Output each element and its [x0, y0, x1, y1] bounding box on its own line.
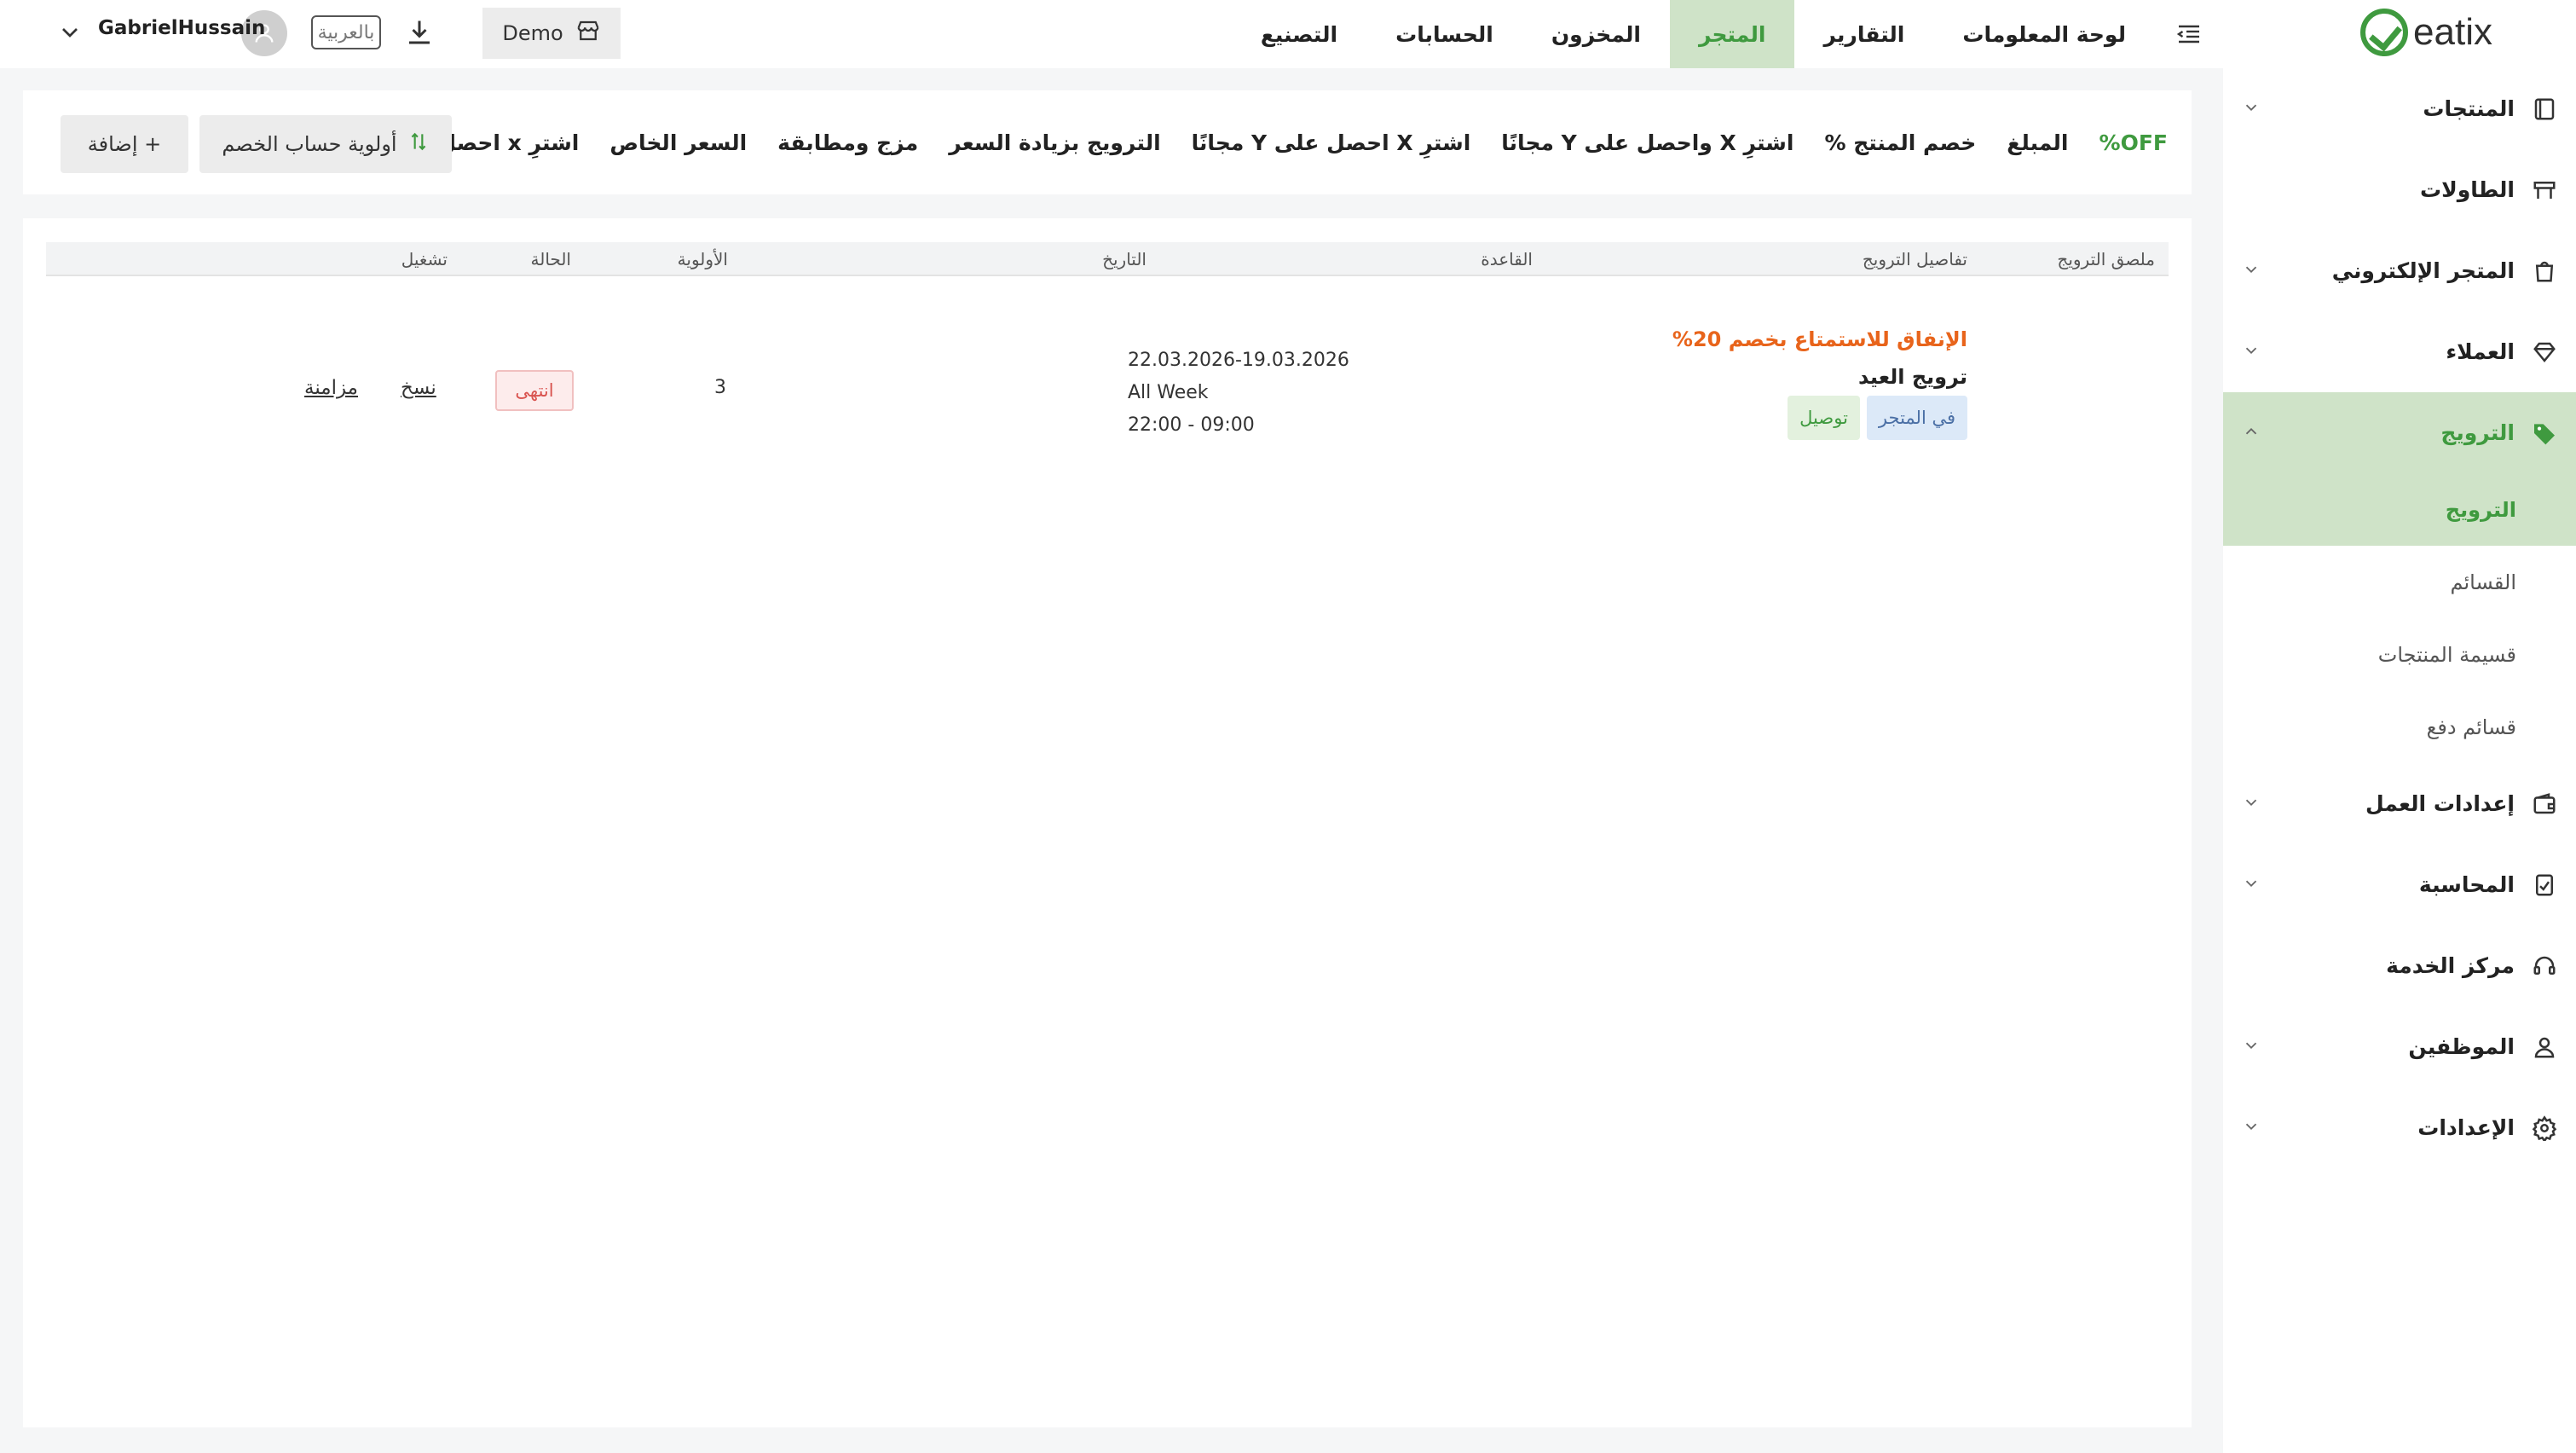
- person-icon: [2530, 1033, 2559, 1062]
- chevron-down-icon[interactable]: [2242, 1117, 2261, 1139]
- diamond-icon: [2530, 338, 2559, 367]
- promotion-title: ترويج العيد: [1858, 365, 1967, 389]
- tag-icon: [2530, 419, 2559, 448]
- tab-manufacturing[interactable]: التصنيع: [1232, 0, 1366, 68]
- sidebar-item-label: الإعدادات: [2417, 1115, 2515, 1140]
- gear-icon: [2530, 1114, 2559, 1143]
- book-icon: [2530, 95, 2559, 124]
- filter-buy-x-get-y-free-1[interactable]: اشترِ X واحصل على Y مجانًا: [1501, 130, 1793, 155]
- priority-value: 3: [714, 377, 726, 398]
- sidebar-item-employees[interactable]: الموظفين: [2223, 1006, 2576, 1087]
- headset-icon: [2530, 952, 2559, 981]
- store-selector-button[interactable]: Demo: [482, 8, 621, 59]
- store-icon: [575, 18, 601, 49]
- filter-product-discount[interactable]: خصم المنتج %: [1824, 130, 1976, 155]
- header-status: الحالة: [530, 249, 571, 269]
- sidebar-item-label: المنتجات: [2423, 96, 2515, 121]
- date-range: 22.03.2026-19.03.2026: [1128, 350, 1349, 371]
- header-rule: القاعدة: [1481, 249, 1533, 269]
- sidebar-item-label: المتجر الإلكتروني: [2331, 258, 2515, 283]
- header-details: تفاصيل الترويج: [1862, 249, 1967, 269]
- header-priority: الأولوية: [677, 249, 728, 269]
- store-name: Demo: [502, 21, 563, 45]
- chevron-down-icon[interactable]: [2242, 1036, 2261, 1058]
- sidebar-item-accounting[interactable]: المحاسبة: [2223, 844, 2576, 925]
- menu-collapse-icon[interactable]: [2174, 19, 2204, 49]
- sync-link[interactable]: مزامنة: [304, 377, 358, 399]
- table-header: ملصق الترويج تفاصيل الترويج القاعدة التا…: [46, 242, 2169, 276]
- discount-priority-button[interactable]: أولوية حساب الخصم: [199, 115, 452, 173]
- sidebar-item-label: الطاولات: [2420, 177, 2515, 202]
- brand-name: eatix: [2413, 11, 2492, 53]
- promotion-type-filter-bar: OFF% المبلغ خصم المنتج % اشترِ X واحصل ع…: [23, 90, 2192, 194]
- filter-buy-x-get-y-free-2[interactable]: اشترِ X احصل على Y مجانًا: [1192, 130, 1471, 155]
- tab-dashboard[interactable]: لوحة المعلومات: [1933, 0, 2155, 68]
- sidebar-item-tables[interactable]: الطاولات: [2223, 149, 2576, 230]
- brand-logo[interactable]: eatix: [2360, 9, 2492, 56]
- sidebar: eatix المنتجات الطاولات المتجر الإلكترون…: [2223, 0, 2576, 1453]
- bag-icon: [2530, 257, 2559, 286]
- chevron-down-icon[interactable]: [53, 19, 84, 49]
- download-icon[interactable]: [401, 17, 435, 51]
- promotion-schedule: 22.03.2026-19.03.2026 All Week 22:00 - 0…: [1128, 344, 1349, 442]
- chevron-down-icon[interactable]: [2242, 793, 2261, 815]
- tab-inventory[interactable]: المخزون: [1522, 0, 1670, 68]
- header-label: ملصق الترويج: [2057, 249, 2155, 269]
- sidebar-item-promotions[interactable]: الترويج: [2223, 392, 2576, 473]
- sidebar-item-customers[interactable]: العملاء: [2223, 311, 2576, 392]
- discount-priority-label: أولوية حساب الخصم: [222, 132, 397, 156]
- schedule-days: All Week: [1128, 382, 1209, 403]
- sidebar-subitem-coupons[interactable]: القسائم: [2223, 546, 2576, 618]
- wallet-icon: [2530, 790, 2559, 819]
- add-promotion-button[interactable]: + إضافة: [61, 115, 188, 173]
- filter-amount[interactable]: المبلغ: [2007, 130, 2068, 155]
- sidebar-subitem-promotions[interactable]: الترويج: [2223, 473, 2576, 546]
- chevron-up-icon[interactable]: [2242, 422, 2261, 444]
- sidebar-item-label: الموظفين: [2408, 1034, 2515, 1059]
- promotions-table-card: ملصق الترويج تفاصيل الترويج القاعدة التا…: [23, 218, 2192, 1427]
- filter-off-percent[interactable]: OFF%: [2099, 130, 2168, 155]
- sidebar-item-eshop[interactable]: المتجر الإلكتروني: [2223, 230, 2576, 311]
- table-icon: [2530, 176, 2559, 205]
- chevron-down-icon[interactable]: [2242, 98, 2261, 120]
- filter-mix-and-match[interactable]: مزج ومطابقة: [777, 130, 918, 155]
- tab-accounts[interactable]: الحسابات: [1366, 0, 1522, 68]
- sidebar-item-label: المحاسبة: [2418, 872, 2515, 897]
- sidebar-item-products[interactable]: المنتجات: [2223, 68, 2576, 149]
- header-run: تشغيل: [401, 249, 448, 269]
- sidebar-item-label: الترويج: [2440, 420, 2515, 445]
- top-nav: لوحة المعلومات التقارير المتجر المخزون ا…: [1232, 0, 2155, 68]
- tab-reports[interactable]: التقارير: [1794, 0, 1933, 68]
- logo-check-icon: [2360, 9, 2409, 56]
- sidebar-item-label: إعدادات العمل: [2365, 791, 2515, 816]
- top-bar: لوحة المعلومات التقارير المتجر المخزون ا…: [0, 0, 2223, 68]
- sort-icon: [407, 130, 430, 158]
- calculator-icon: [2530, 871, 2559, 900]
- chevron-down-icon[interactable]: [2242, 260, 2261, 282]
- copy-link[interactable]: نسخ: [401, 377, 436, 399]
- channel-chips: في المتجر توصيل: [1788, 396, 1967, 440]
- chip-delivery: توصيل: [1788, 396, 1860, 440]
- status-badge: انتهى: [495, 370, 574, 411]
- sidebar-item-label: مركز الخدمة: [2386, 953, 2515, 978]
- sidebar-nav: المنتجات الطاولات المتجر الإلكتروني العم…: [2223, 68, 2576, 1168]
- sidebar-item-settings[interactable]: الإعدادات: [2223, 1087, 2576, 1168]
- username[interactable]: GabrielHussain: [98, 17, 265, 39]
- schedule-hours: 22:00 - 09:00: [1128, 414, 1255, 436]
- language-switcher[interactable]: بالعربية: [311, 15, 381, 49]
- promotion-type-filters: OFF% المبلغ خصم المنتج % اشترِ X واحصل ع…: [330, 90, 2168, 194]
- sidebar-subitem-product-vouchers[interactable]: قسيمة المنتجات: [2223, 618, 2576, 691]
- sidebar-item-service-center[interactable]: مركز الخدمة: [2223, 925, 2576, 1006]
- chevron-down-icon[interactable]: [2242, 874, 2261, 896]
- tab-store[interactable]: المتجر: [1669, 0, 1795, 68]
- sidebar-item-business-settings[interactable]: إعدادات العمل: [2223, 763, 2576, 844]
- chevron-down-icon[interactable]: [2242, 341, 2261, 363]
- promotion-name[interactable]: الإنفاق للاستمتاع بخصم 20%: [1672, 327, 1967, 351]
- filter-upsell-promotion[interactable]: الترويج بزيادة السعر: [949, 130, 1160, 155]
- sidebar-item-label: العملاء: [2446, 339, 2515, 364]
- header-date: التاريخ: [1102, 249, 1146, 269]
- filter-special-price[interactable]: السعر الخاص: [609, 130, 747, 155]
- chip-in-store: في المتجر: [1866, 396, 1967, 440]
- sidebar-subitem-payment-vouchers[interactable]: قسائم دفع: [2223, 691, 2576, 763]
